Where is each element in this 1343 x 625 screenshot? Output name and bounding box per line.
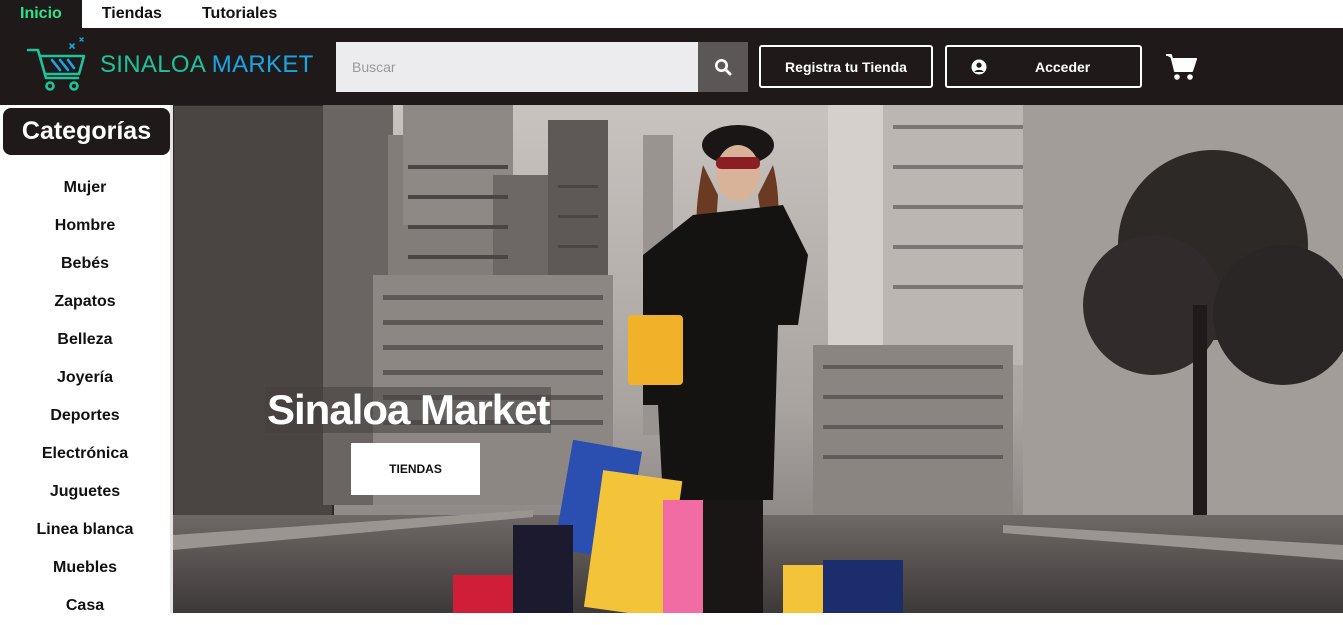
site-header: SINALOA MARKET Registra tu Tienda Accede… xyxy=(0,28,1343,105)
top-nav: Inicio Tiendas Tutoriales xyxy=(0,0,1343,28)
stores-cta-button[interactable]: TIENDAS xyxy=(351,443,480,495)
category-muebles[interactable]: Muebles xyxy=(0,549,170,587)
search-input[interactable] xyxy=(336,42,698,92)
login-button[interactable]: Acceder xyxy=(945,45,1142,88)
category-zapatos[interactable]: Zapatos xyxy=(0,283,170,321)
tab-tiendas[interactable]: Tiendas xyxy=(82,0,182,28)
search-bar xyxy=(336,42,748,92)
categories-sidebar: Categorías Mujer Hombre Bebés Zapatos Be… xyxy=(0,105,173,614)
category-electronica[interactable]: Electrónica xyxy=(0,435,170,473)
category-hombre[interactable]: Hombre xyxy=(0,207,170,245)
login-label: Acceder xyxy=(1035,58,1091,75)
category-casa[interactable]: Casa xyxy=(0,587,170,625)
brand-part-1: SINALOA xyxy=(100,51,205,78)
register-store-button[interactable]: Registra tu Tienda xyxy=(759,45,933,88)
hero-image xyxy=(173,105,1343,613)
category-bebes[interactable]: Bebés xyxy=(0,245,170,283)
user-circle-icon xyxy=(971,59,987,75)
logo[interactable]: SINALOA MARKET xyxy=(24,34,314,96)
category-joyeria[interactable]: Joyería xyxy=(0,359,170,397)
search-button[interactable] xyxy=(698,42,748,92)
categories-list: Mujer Hombre Bebés Zapatos Belleza Joyer… xyxy=(0,169,170,625)
cart-icon xyxy=(1166,54,1197,80)
categories-title: Categorías xyxy=(3,108,170,155)
search-icon xyxy=(715,59,732,76)
tab-tutoriales[interactable]: Tutoriales xyxy=(182,0,297,28)
category-belleza[interactable]: Belleza xyxy=(0,321,170,359)
category-deportes[interactable]: Deportes xyxy=(0,397,170,435)
cart-button[interactable] xyxy=(1165,52,1197,82)
tab-inicio[interactable]: Inicio xyxy=(0,0,82,28)
hero-banner: Sinaloa Market TIENDAS xyxy=(173,105,1343,613)
brand-name: SINALOA MARKET xyxy=(100,51,314,79)
category-linea-blanca[interactable]: Linea blanca xyxy=(0,511,170,549)
shopping-cart-logo-icon xyxy=(26,37,86,91)
category-juguetes[interactable]: Juguetes xyxy=(0,473,170,511)
hero-title: Sinaloa Market xyxy=(265,386,552,433)
brand-part-2: MARKET xyxy=(204,51,314,78)
register-store-label: Registra tu Tienda xyxy=(785,58,907,75)
category-mujer[interactable]: Mujer xyxy=(0,169,170,207)
